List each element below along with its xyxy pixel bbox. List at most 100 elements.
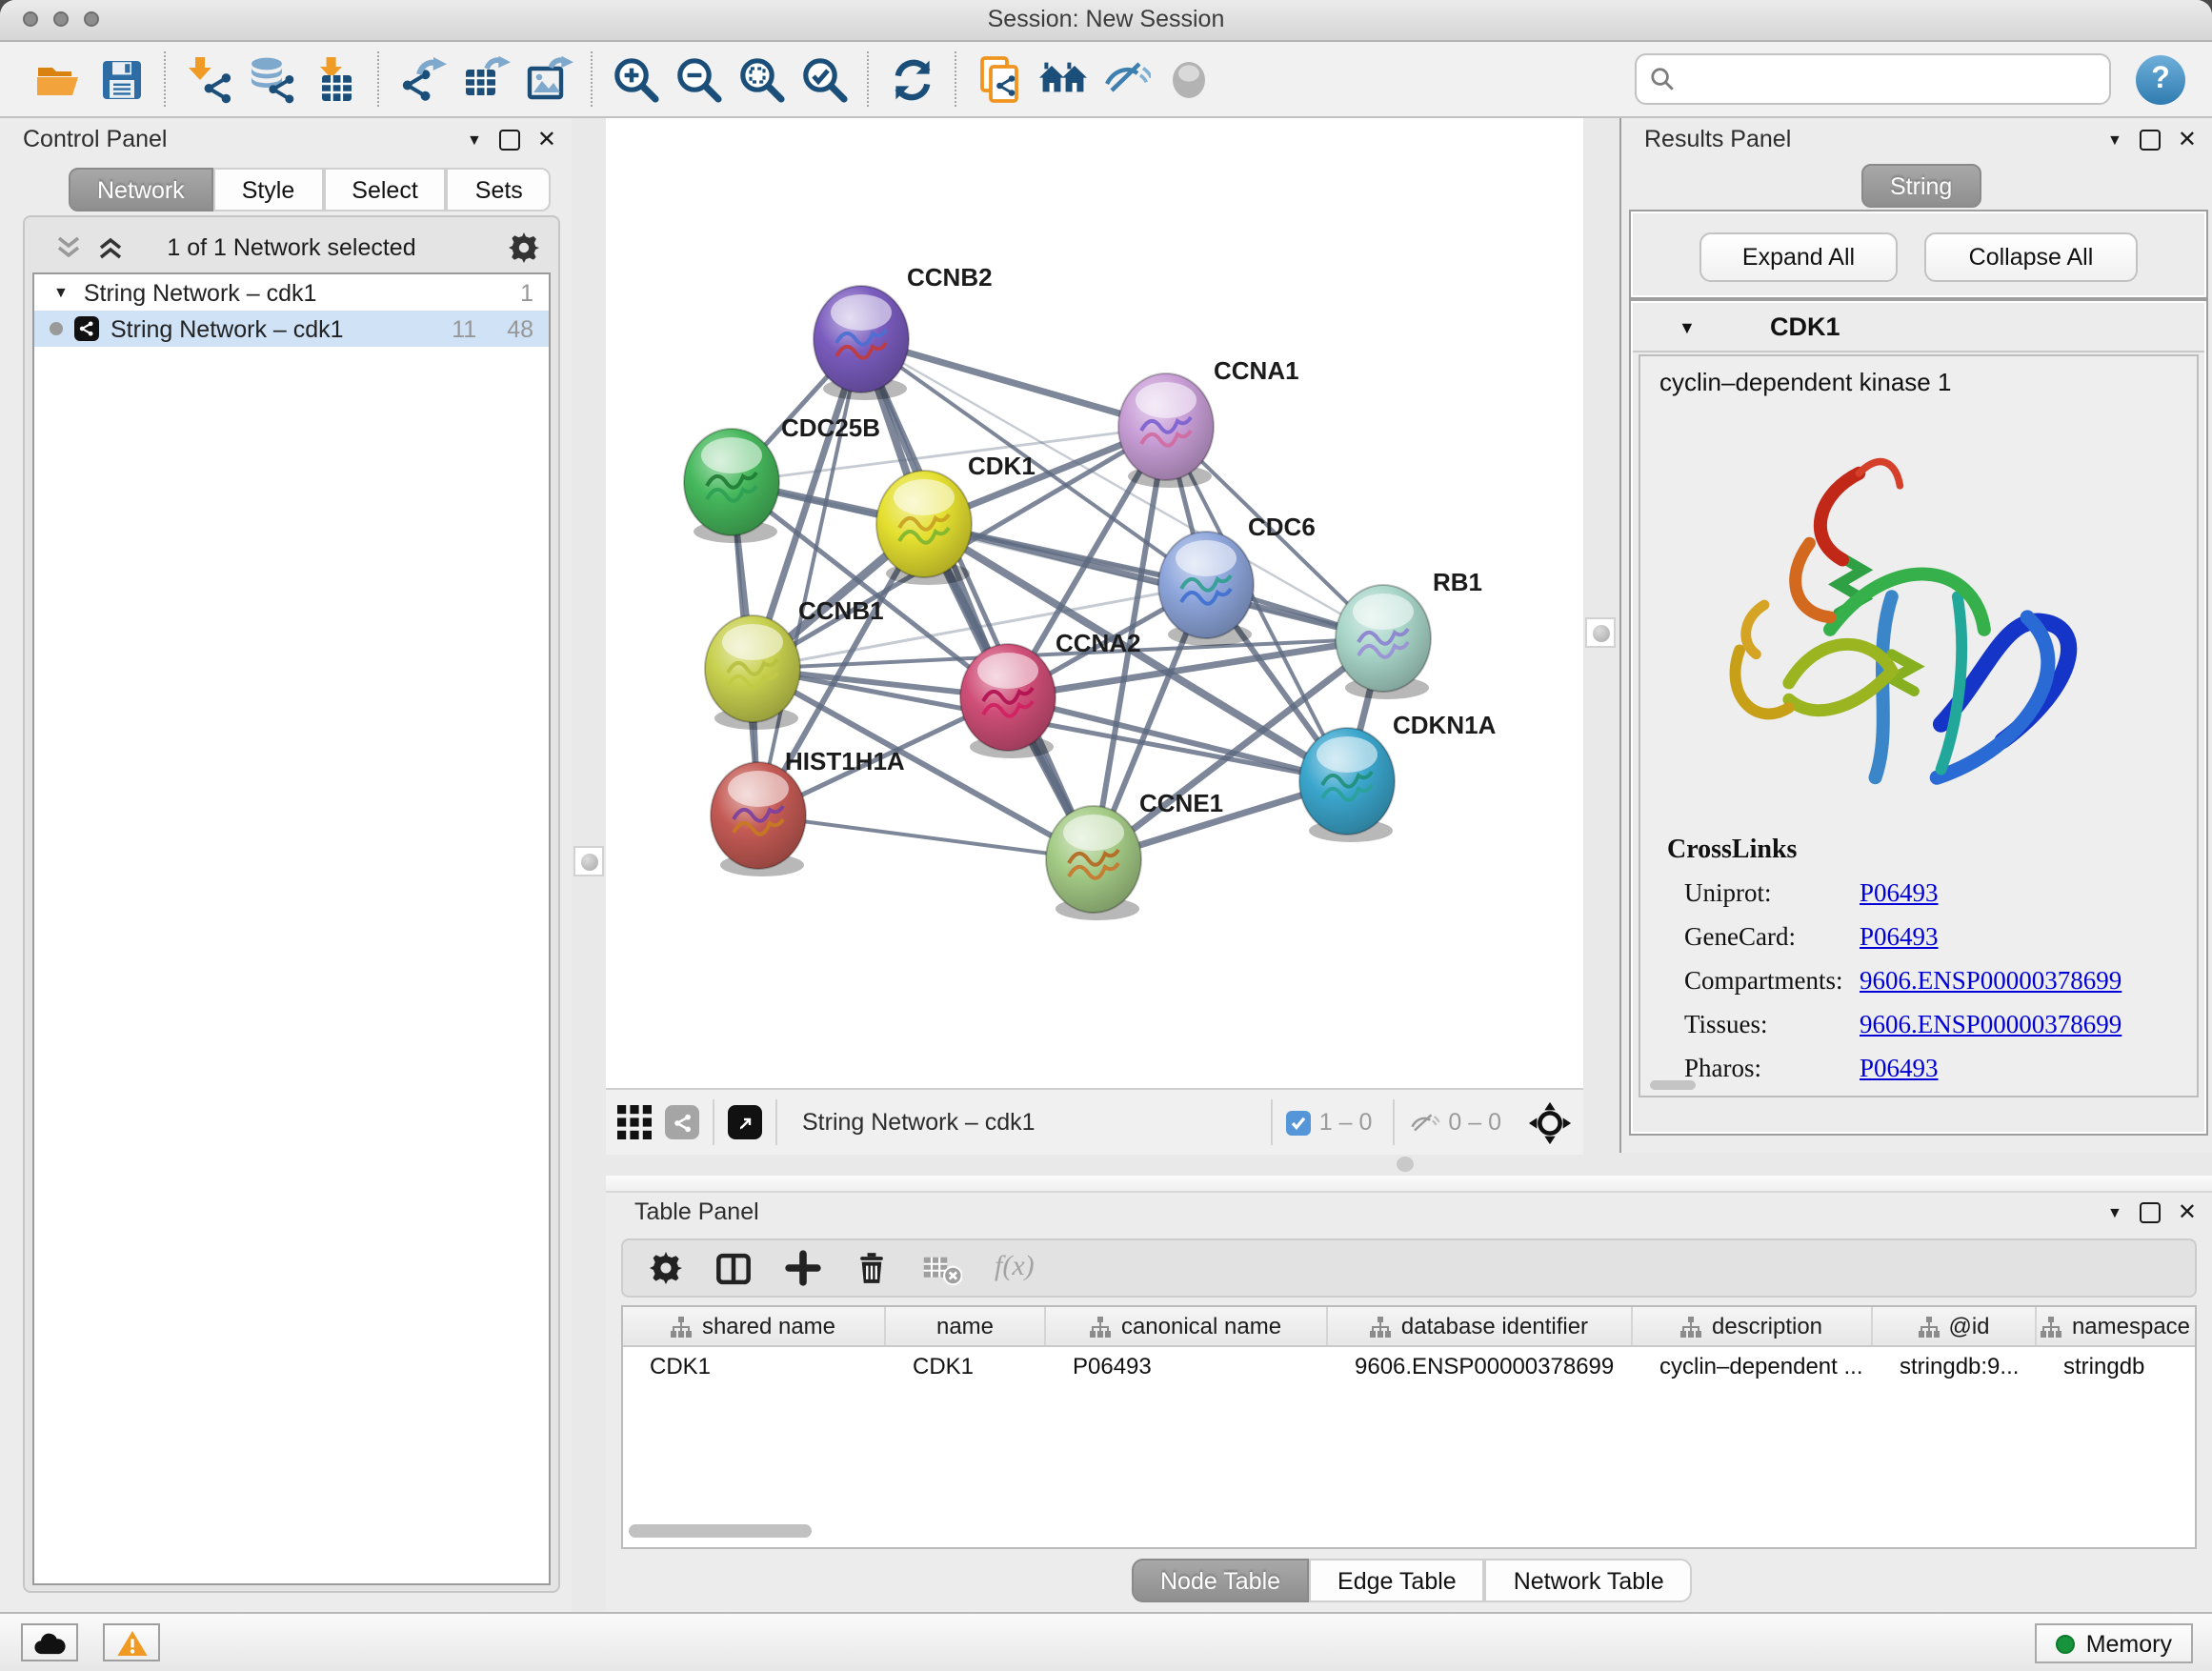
warnings-button[interactable] xyxy=(103,1623,160,1661)
table-cell[interactable]: P06493 xyxy=(1046,1347,1328,1385)
tree-caret-icon[interactable]: ▼ xyxy=(53,284,69,301)
column-header-canonical-name[interactable]: canonical name xyxy=(1046,1307,1328,1345)
expand-all-button[interactable]: Expand All xyxy=(1699,232,1898,282)
collapse-panel-icon[interactable]: ▼ xyxy=(2107,131,2122,148)
import-database-button[interactable] xyxy=(240,48,303,111)
right-splitter[interactable] xyxy=(1583,118,1619,1153)
collapse-panel-icon[interactable]: ▼ xyxy=(467,131,482,148)
network-collection-row[interactable]: ▼ String Network – cdk1 1 xyxy=(34,274,549,311)
export-table-button[interactable] xyxy=(453,48,516,111)
network-edge[interactable] xyxy=(758,339,861,815)
table-options-gear-icon[interactable] xyxy=(650,1252,682,1284)
table-cell[interactable]: 9606.ENSP00000378699 xyxy=(1328,1347,1633,1385)
network-node-cdc6[interactable]: CDC6 xyxy=(1158,513,1316,646)
node-label: CCNB2 xyxy=(907,263,993,292)
birdseye-grid-icon[interactable] xyxy=(617,1105,652,1139)
export-image-button[interactable] xyxy=(516,48,579,111)
column-header-database-identifier[interactable]: database identifier xyxy=(1328,1307,1633,1345)
search-input[interactable] xyxy=(1684,64,2096,94)
open-in-browser-icon[interactable] xyxy=(728,1105,762,1139)
table-cell[interactable]: stringdb:9... xyxy=(1873,1347,2037,1385)
show-all-button[interactable] xyxy=(1156,48,1219,111)
network-edge[interactable] xyxy=(924,524,1383,638)
crosslink-link[interactable]: P06493 xyxy=(1860,922,1939,953)
tab-network-table[interactable]: Network Table xyxy=(1485,1559,1693,1602)
network-row[interactable]: String Network – cdk1 11 48 xyxy=(34,311,549,347)
tab-network[interactable]: Network xyxy=(69,168,213,211)
network-options-gear-icon[interactable] xyxy=(509,232,539,263)
export-network-button[interactable] xyxy=(391,48,453,111)
network-edge[interactable] xyxy=(861,339,1094,859)
network-node-rb1[interactable]: RB1 xyxy=(1336,568,1482,699)
string-network-graph[interactable]: CCNB2CCNA1CDC25BCDK1CDC6RB1CCNB1CCNA2CDK… xyxy=(606,118,1583,1088)
cloud-button[interactable] xyxy=(21,1623,78,1661)
bottom-splitter-handle[interactable] xyxy=(1397,1157,1414,1172)
import-network-button[interactable] xyxy=(177,48,240,111)
column-header--id[interactable]: @id xyxy=(1873,1307,2037,1345)
zoom-out-icon xyxy=(674,54,723,104)
column-header-shared-name[interactable]: shared name xyxy=(623,1307,886,1345)
network-edge[interactable] xyxy=(758,815,1094,859)
column-header-name[interactable]: name xyxy=(886,1307,1046,1345)
close-panel-icon[interactable]: ✕ xyxy=(2178,130,2197,149)
float-panel-icon[interactable] xyxy=(2140,1201,2161,1222)
selected-checkbox-icon[interactable] xyxy=(1287,1110,1312,1135)
column-header-description[interactable]: description xyxy=(1633,1307,1873,1345)
tab-edge-table[interactable]: Edge Table xyxy=(1309,1559,1485,1602)
help-button[interactable]: ? xyxy=(2136,54,2185,104)
tab-sets[interactable]: Sets xyxy=(447,168,552,211)
close-panel-icon[interactable]: ✕ xyxy=(537,130,556,149)
node-table[interactable]: shared namenamecanonical namedatabase id… xyxy=(621,1305,2197,1549)
table-cell[interactable]: CDK1 xyxy=(623,1347,886,1385)
home-button[interactable] xyxy=(1031,48,1094,111)
zoom-in-button[interactable] xyxy=(604,48,667,111)
gene-caret-icon[interactable]: ▼ xyxy=(1679,318,1696,337)
import-table-button[interactable] xyxy=(303,48,366,111)
search-field[interactable] xyxy=(1635,53,2111,105)
clone-network-button[interactable] xyxy=(968,48,1031,111)
zoom-out-button[interactable] xyxy=(667,48,730,111)
table-cell[interactable]: CDK1 xyxy=(886,1347,1046,1385)
crosslink-link[interactable]: P06493 xyxy=(1860,878,1939,909)
tab-node-table[interactable]: Node Table xyxy=(1132,1559,1309,1602)
memory-button[interactable]: Memory xyxy=(2035,1623,2193,1663)
refresh-button[interactable] xyxy=(880,48,943,111)
tab-string[interactable]: String xyxy=(1861,164,1981,208)
tab-select[interactable]: Select xyxy=(323,168,447,211)
float-panel-icon[interactable] xyxy=(499,129,520,150)
results-scrollbar-thumb[interactable] xyxy=(1650,1080,1696,1090)
network-node-ccnb2[interactable]: CCNB2 xyxy=(814,263,993,400)
show-columns-icon[interactable] xyxy=(714,1249,753,1287)
right-splitter-handle[interactable] xyxy=(1585,617,1616,648)
table-cell[interactable]: cyclin–dependent ... xyxy=(1633,1347,1873,1385)
zoom-selected-button[interactable] xyxy=(793,48,855,111)
column-header-namespace[interactable]: namespace xyxy=(2037,1307,2197,1345)
float-panel-icon[interactable] xyxy=(2140,129,2161,150)
gene-header[interactable]: ▼ CDK1 xyxy=(1633,303,2204,352)
table-row[interactable]: CDK1CDK1P064939606.ENSP00000378699cyclin… xyxy=(623,1347,2195,1385)
table-scrollbar-thumb[interactable] xyxy=(629,1524,812,1538)
crosslink-link[interactable]: 9606.ENSP00000378699 xyxy=(1860,966,2122,997)
left-splitter-handle[interactable] xyxy=(573,846,604,876)
save-session-button[interactable] xyxy=(90,48,152,111)
network-canvas[interactable]: CCNB2CCNA1CDC25BCDK1CDC6RB1CCNB1CCNA2CDK… xyxy=(606,118,1583,1088)
collapse-all-button[interactable]: Collapse All xyxy=(1924,232,2138,282)
network-node-cdkn1a[interactable]: CDKN1A xyxy=(1299,711,1497,842)
close-panel-icon[interactable]: ✕ xyxy=(2178,1202,2197,1221)
open-session-button[interactable] xyxy=(27,48,90,111)
crosslink-link[interactable]: 9606.ENSP00000378699 xyxy=(1860,1010,2122,1040)
table-header-row: shared namenamecanonical namedatabase id… xyxy=(623,1307,2195,1347)
hide-selected-button[interactable] xyxy=(1094,48,1156,111)
network-node-hist1h1a[interactable]: HIST1H1A xyxy=(711,747,905,876)
delete-column-icon[interactable] xyxy=(854,1250,890,1286)
crosslink-link[interactable]: P06493 xyxy=(1860,1054,1939,1084)
string-style-icon[interactable] xyxy=(665,1105,699,1139)
zoom-fit-button[interactable] xyxy=(730,48,793,111)
left-splitter[interactable] xyxy=(572,118,606,1612)
fit-content-crosshair-icon[interactable] xyxy=(1528,1100,1572,1144)
collapse-panel-icon[interactable]: ▼ xyxy=(2107,1203,2122,1220)
table-cell[interactable]: stringdb xyxy=(2037,1347,2197,1385)
add-column-icon[interactable] xyxy=(785,1250,821,1286)
tab-style[interactable]: Style xyxy=(213,168,324,211)
bottom-splitter[interactable] xyxy=(606,1153,2212,1176)
